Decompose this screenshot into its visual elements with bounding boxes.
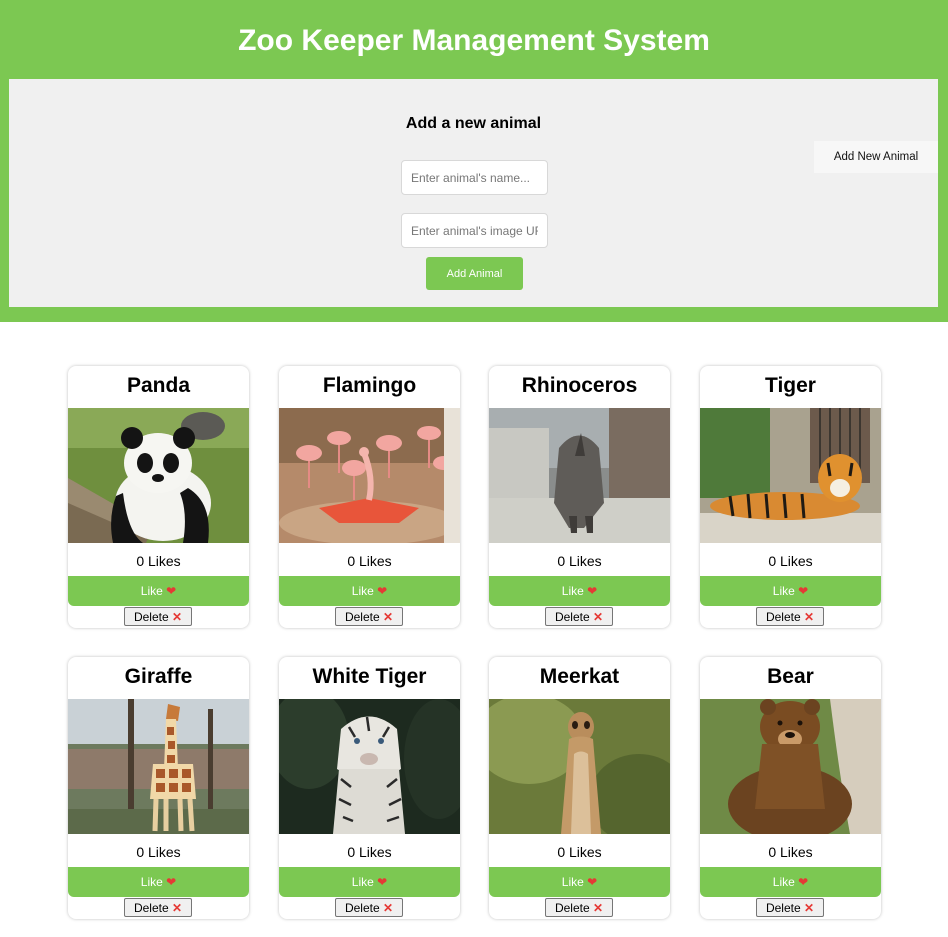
animal-card-meerkat: Meerkat 0 Likes Like ❤ Delete ✕ bbox=[489, 657, 670, 919]
cross-icon: ✕ bbox=[592, 900, 604, 915]
add-animal-panel: Add a new animal Add Animal bbox=[9, 79, 938, 307]
like-label: Like bbox=[561, 584, 584, 598]
heart-icon: ❤ bbox=[798, 584, 809, 598]
likes-count: 0 Likes bbox=[768, 553, 813, 569]
like-label: Like bbox=[351, 584, 374, 598]
cross-icon: ✕ bbox=[803, 900, 815, 915]
like-button[interactable]: Like ❤ bbox=[489, 576, 670, 606]
animal-name: Meerkat bbox=[539, 665, 620, 688]
animal-card-panda: Panda 0 Likes Like ❤ Delete ✕ bbox=[68, 366, 249, 628]
meerkat-image bbox=[489, 699, 670, 834]
like-label: Like bbox=[772, 875, 795, 889]
add-animal-button[interactable]: Add Animal bbox=[426, 257, 523, 290]
likes-count: 0 Likes bbox=[557, 844, 602, 860]
heart-icon: ❤ bbox=[166, 875, 177, 889]
likes-count: 0 Likes bbox=[136, 553, 181, 569]
animal-name: White Tiger bbox=[312, 665, 427, 688]
like-label: Like bbox=[772, 584, 795, 598]
animal-card-giraffe: Giraffe 0 Likes Like ❤ Delete ✕ bbox=[68, 657, 249, 919]
like-label: Like bbox=[140, 584, 163, 598]
cross-icon: ✕ bbox=[382, 609, 394, 624]
animal-card-bear: Bear 0 Likes Like ❤ Delete ✕ bbox=[700, 657, 881, 919]
cross-icon: ✕ bbox=[592, 609, 604, 624]
delete-button[interactable]: Delete ✕ bbox=[756, 898, 824, 917]
cross-icon: ✕ bbox=[171, 609, 183, 624]
app-title: Zoo Keeper Management System bbox=[238, 24, 710, 57]
rhinoceros-image bbox=[489, 408, 670, 543]
heart-icon: ❤ bbox=[798, 875, 809, 889]
like-label: Like bbox=[351, 875, 374, 889]
like-button[interactable]: Like ❤ bbox=[68, 576, 249, 606]
panda-image bbox=[68, 408, 249, 543]
like-button[interactable]: Like ❤ bbox=[279, 576, 460, 606]
heart-icon: ❤ bbox=[587, 875, 598, 889]
animal-card-tiger: Tiger 0 Likes Like ❤ Delete ✕ bbox=[700, 366, 881, 628]
delete-button[interactable]: Delete ✕ bbox=[545, 898, 613, 917]
animal-name: Tiger bbox=[765, 374, 816, 397]
delete-button[interactable]: Delete ✕ bbox=[124, 607, 192, 626]
animal-image-url-input[interactable] bbox=[401, 213, 548, 248]
app-header: Zoo Keeper Management System Add a new a… bbox=[0, 0, 948, 322]
delete-button[interactable]: Delete ✕ bbox=[335, 607, 403, 626]
like-button[interactable]: Like ❤ bbox=[68, 867, 249, 897]
cross-icon: ✕ bbox=[382, 900, 394, 915]
form-heading: Add a new animal bbox=[405, 115, 542, 132]
animal-name: Rhinoceros bbox=[521, 374, 638, 397]
animal-name: Panda bbox=[126, 374, 191, 397]
like-button[interactable]: Like ❤ bbox=[489, 867, 670, 897]
delete-label: Delete bbox=[765, 609, 801, 624]
bear-image bbox=[700, 699, 881, 834]
animal-card-rhinoceros: Rhinoceros 0 Likes Like ❤ Delete ✕ bbox=[489, 366, 670, 628]
delete-label: Delete bbox=[554, 609, 590, 624]
delete-label: Delete bbox=[344, 900, 380, 915]
like-button[interactable]: Like ❤ bbox=[700, 867, 881, 897]
delete-label: Delete bbox=[554, 900, 590, 915]
likes-count: 0 Likes bbox=[136, 844, 181, 860]
animal-name-input[interactable] bbox=[401, 160, 548, 195]
heart-icon: ❤ bbox=[377, 584, 388, 598]
white-tiger-image bbox=[279, 699, 460, 834]
likes-count: 0 Likes bbox=[557, 553, 602, 569]
heart-icon: ❤ bbox=[377, 875, 388, 889]
cross-icon: ✕ bbox=[803, 609, 815, 624]
animal-card-flamingo: Flamingo 0 Likes Like ❤ Delete ✕ bbox=[279, 366, 460, 628]
animal-name: Bear bbox=[767, 665, 814, 688]
animal-card-white-tiger: White Tiger 0 Likes Like ❤ Delete ✕ bbox=[279, 657, 460, 919]
likes-count: 0 Likes bbox=[347, 553, 392, 569]
cross-icon: ✕ bbox=[171, 900, 183, 915]
like-button[interactable]: Like ❤ bbox=[700, 576, 881, 606]
delete-label: Delete bbox=[133, 900, 169, 915]
heart-icon: ❤ bbox=[587, 584, 598, 598]
likes-count: 0 Likes bbox=[768, 844, 813, 860]
delete-label: Delete bbox=[133, 609, 169, 624]
delete-button[interactable]: Delete ✕ bbox=[335, 898, 403, 917]
like-label: Like bbox=[561, 875, 584, 889]
likes-count: 0 Likes bbox=[347, 844, 392, 860]
flamingo-image bbox=[279, 408, 460, 543]
delete-button[interactable]: Delete ✕ bbox=[545, 607, 613, 626]
delete-button[interactable]: Delete ✕ bbox=[756, 607, 824, 626]
animal-name: Giraffe bbox=[124, 665, 193, 688]
giraffe-image bbox=[68, 699, 249, 834]
animal-name: Flamingo bbox=[322, 374, 417, 397]
like-label: Like bbox=[140, 875, 163, 889]
delete-label: Delete bbox=[765, 900, 801, 915]
delete-label: Delete bbox=[344, 609, 380, 624]
heart-icon: ❤ bbox=[166, 584, 177, 598]
tiger-image bbox=[700, 408, 881, 543]
like-button[interactable]: Like ❤ bbox=[279, 867, 460, 897]
add-new-animal-button[interactable]: Add New Animal bbox=[814, 141, 938, 173]
delete-button[interactable]: Delete ✕ bbox=[124, 898, 192, 917]
